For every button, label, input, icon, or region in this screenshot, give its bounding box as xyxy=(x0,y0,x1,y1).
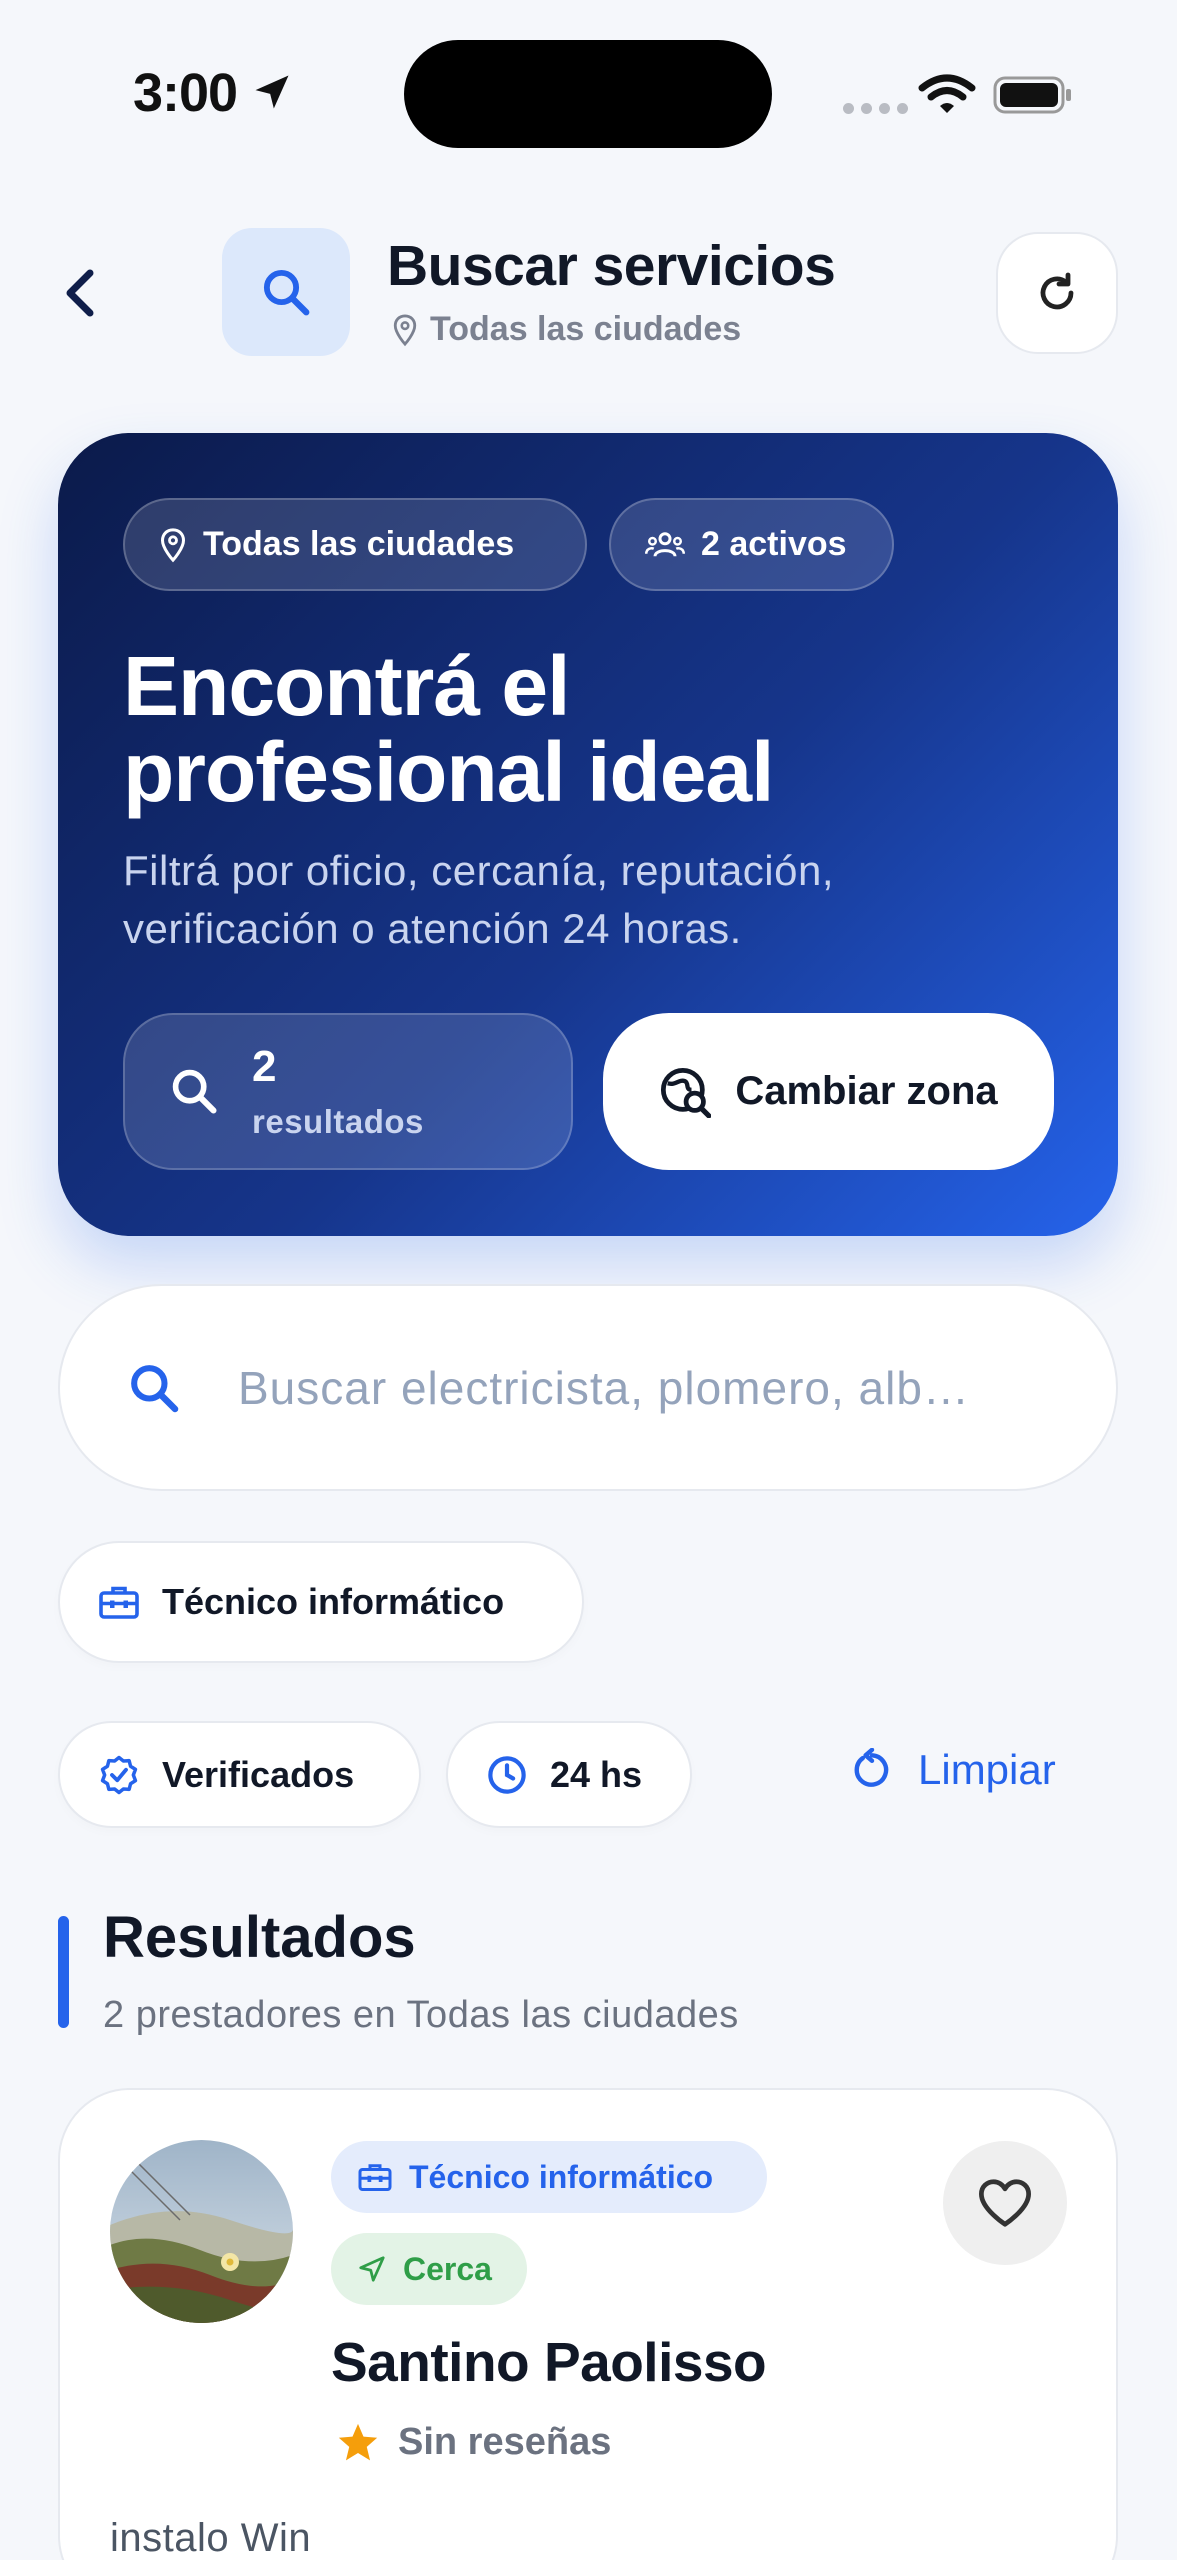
hero-description: Filtrá por oficio, cercanía, reputación,… xyxy=(123,847,834,952)
proximity-label: Cerca xyxy=(403,2250,492,2287)
header-location: Todas las ciudades xyxy=(392,310,741,349)
location-arrow-icon xyxy=(255,75,289,109)
change-zone-button[interactable]: Cambiar zona xyxy=(603,1013,1054,1170)
users-icon xyxy=(645,531,685,557)
location-pin-icon xyxy=(160,527,186,562)
provider-category-tag: Técnico informático xyxy=(331,2141,767,2213)
star-icon xyxy=(338,2423,378,2460)
results-label: resultados xyxy=(252,1103,424,1140)
back-button[interactable] xyxy=(52,253,112,333)
active-chip-label: 2 activos xyxy=(701,525,847,563)
toolbox-icon xyxy=(358,2164,392,2191)
dynamic-island xyxy=(404,40,772,148)
provider-name: Santino Paolisso xyxy=(331,2331,767,2393)
results-subtitle: 2 prestadores en Todas las ciudades xyxy=(103,1994,739,2036)
provider-description: instalo Win xyxy=(110,2516,312,2560)
globe-search-icon xyxy=(661,1067,712,1118)
results-count: 2 xyxy=(252,1042,277,1091)
avatar xyxy=(110,2140,293,2323)
clock-icon xyxy=(488,1755,526,1794)
provider-category-label: Técnico informático xyxy=(409,2158,714,2195)
24h-filter-chip[interactable]: 24 hs xyxy=(446,1721,692,1828)
refresh-icon xyxy=(1040,272,1074,310)
search-icon xyxy=(263,269,310,316)
hero-title: Encontrá el profesional ideal xyxy=(123,639,775,819)
search-placeholder: Buscar electricista, plomero, alb… xyxy=(238,1361,970,1414)
rating-text: Sin reseñas xyxy=(398,2421,612,2463)
heart-icon xyxy=(979,2179,1031,2227)
reset-icon xyxy=(854,1748,889,1787)
section-accent-bar xyxy=(58,1916,69,2028)
status-time: 3:00 xyxy=(133,63,238,123)
verified-filter-chip[interactable]: Verificados xyxy=(58,1721,421,1828)
page-title: Buscar servicios xyxy=(387,234,836,298)
search-input[interactable]: Buscar electricista, plomero, alb… xyxy=(58,1284,1118,1491)
24h-filter-label: 24 hs xyxy=(550,1753,643,1795)
change-zone-label: Cambiar zona xyxy=(735,1069,998,1113)
verified-badge-icon xyxy=(100,1755,138,1794)
toolbox-icon xyxy=(99,1586,139,1619)
proximity-tag: Cerca xyxy=(331,2233,527,2305)
search-icon xyxy=(172,1069,217,1114)
clear-filters-button[interactable]: Limpiar xyxy=(850,1746,1056,1794)
cellular-signal-icon xyxy=(843,103,908,114)
city-chip-label: Todas las ciudades xyxy=(203,525,515,563)
location-pin-icon xyxy=(393,314,417,346)
verified-filter-label: Verificados xyxy=(162,1753,355,1795)
wifi-icon xyxy=(918,74,976,113)
battery-icon xyxy=(993,76,1071,114)
active-chip[interactable]: 2 activos xyxy=(609,498,894,591)
clear-filters-label: Limpiar xyxy=(918,1746,1056,1793)
navigation-arrow-icon xyxy=(359,2256,385,2282)
search-icon xyxy=(131,1364,179,1412)
search-header-icon xyxy=(222,228,350,356)
city-chip[interactable]: Todas las ciudades xyxy=(123,498,587,591)
refresh-button[interactable] xyxy=(996,232,1118,354)
favorite-button[interactable] xyxy=(943,2141,1067,2265)
provider-rating: Sin reseñas xyxy=(336,2421,611,2464)
results-title: Resultados xyxy=(103,1905,416,1970)
header-location-label: Todas las ciudades xyxy=(430,310,742,348)
category-filter-chip[interactable]: Técnico informático xyxy=(58,1541,584,1663)
category-filter-label: Técnico informático xyxy=(162,1581,505,1622)
